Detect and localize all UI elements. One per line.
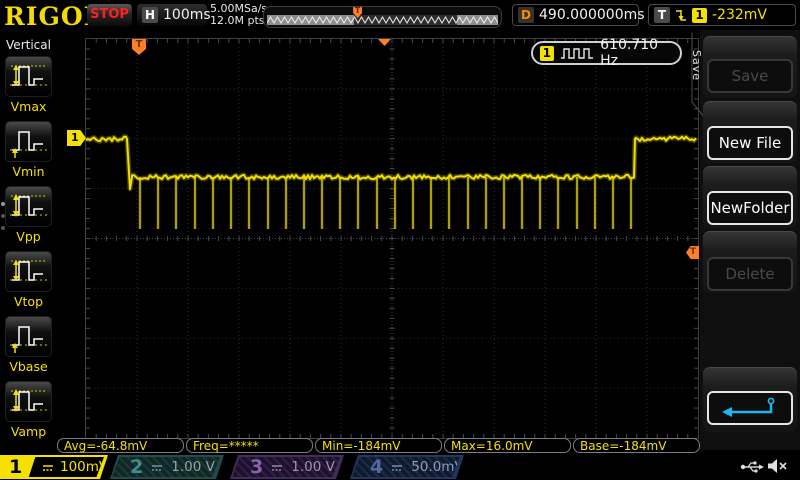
- ch1-ground-marker[interactable]: 1: [67, 130, 86, 146]
- menu-item-label: Vmin: [0, 164, 57, 179]
- channel-scale: 50.0mV: [411, 455, 463, 479]
- menu-item-vamp[interactable]: Vamp: [0, 381, 57, 439]
- speaker-muted-icon: [767, 458, 789, 474]
- vertical-measure-menu: Vertical Vmax Vmin: [0, 30, 57, 450]
- coupling-dc-icon: [391, 458, 403, 477]
- measurement-base: Base=-184mV: [573, 438, 700, 453]
- delay-box: D 490.000000ms: [512, 4, 639, 26]
- measurement-avg: Avg=-64.8mV: [57, 438, 184, 453]
- channel-4-status[interactable]: 4 50.0mV: [350, 455, 464, 479]
- delay-value: 490.000000ms: [539, 7, 645, 23]
- run-state-indicator: STOP: [87, 4, 132, 26]
- vbase-icon: [6, 317, 51, 356]
- ch1-waveform-trace: [86, 39, 698, 438]
- horizontal-label: H: [142, 7, 158, 23]
- menu-tab-label: Save: [690, 50, 703, 81]
- trigger-label: T: [654, 7, 670, 23]
- coupling-dc-icon: [271, 458, 283, 477]
- channel-scale: 1.00 V: [291, 455, 335, 479]
- trigger-info-box: T 1 -232mV: [648, 4, 796, 26]
- vamp-icon: [6, 382, 51, 421]
- menu-page-dot: [1, 214, 5, 218]
- measurement-min: Min=-184mV: [315, 438, 442, 453]
- back-button[interactable]: [707, 391, 793, 425]
- menu-item-label: Vbase: [0, 359, 57, 374]
- horizontal-timebase-box: H 100ms: [137, 4, 207, 26]
- delay-label: D: [518, 7, 534, 23]
- channel-number: 3: [232, 455, 263, 479]
- memory-depth: 12.0M pts: [210, 15, 267, 27]
- menu-item-vmin[interactable]: Vmin: [0, 121, 57, 179]
- trigger-level-value: -232mV: [712, 7, 767, 23]
- square-wave-icon: [560, 47, 595, 60]
- channel-number: 4: [352, 455, 383, 479]
- menu-item-label: Vtop: [0, 294, 57, 309]
- memory-waveform-preview: T: [263, 6, 502, 28]
- trigger-source-badge: 1: [692, 8, 707, 23]
- coupling-dc-icon: [151, 458, 163, 477]
- preview-zigzag: [267, 15, 498, 25]
- vmax-icon: [6, 57, 51, 96]
- return-arrow-icon: [715, 395, 785, 421]
- falling-edge-icon: [675, 8, 687, 23]
- acquisition-info: 5.00MSa/s 12.0M pts: [210, 3, 267, 27]
- coupling-dc-icon: [42, 458, 54, 477]
- menu-page-dot: [1, 202, 5, 206]
- menu-item-label: Vpp: [0, 229, 57, 244]
- channel-1-status[interactable]: 1 100mV: [0, 455, 108, 479]
- menu-item-label: Vmax: [0, 99, 57, 114]
- menu-item-vmax[interactable]: Vmax: [0, 56, 57, 114]
- menu-item-vpp[interactable]: Vpp: [0, 186, 57, 244]
- channel-number: 1: [0, 456, 22, 478]
- vpp-icon: [6, 187, 51, 226]
- channel-2-status[interactable]: 2 1.00 V: [110, 455, 224, 479]
- menu-item-label: Vamp: [0, 424, 57, 439]
- menu-item-vbase[interactable]: Vbase: [0, 316, 57, 374]
- waveform-display: [85, 38, 699, 439]
- freq-counter-channel-badge: 1: [540, 46, 554, 61]
- frequency-counter: 1 610.710 Hz: [531, 41, 682, 65]
- memory-strip: [267, 15, 498, 25]
- save-button[interactable]: Save: [707, 59, 793, 93]
- timebase-value: 100ms: [163, 7, 211, 23]
- freq-counter-value: 610.710 Hz: [600, 37, 673, 69]
- channel-number: 2: [112, 455, 143, 479]
- measurement-max: Max=16.0mV: [444, 438, 571, 453]
- vmin-icon: [6, 122, 51, 161]
- new-folder-button[interactable]: NewFolder: [707, 191, 793, 225]
- vtop-icon: [6, 252, 51, 291]
- channel-3-status[interactable]: 3 1.00 V: [230, 455, 344, 479]
- menu-page-dot: [1, 226, 5, 230]
- menu-title: Vertical: [0, 38, 57, 52]
- usb-icon: [740, 459, 764, 474]
- menu-item-vtop[interactable]: Vtop: [0, 251, 57, 309]
- channel-scale: 100mV: [60, 455, 108, 479]
- channel-scale: 1.00 V: [171, 455, 215, 479]
- oscilloscope-screen: RIGOL STOP H 100ms 5.00MSa/s 12.0M pts T…: [0, 0, 800, 480]
- new-file-button[interactable]: New File: [707, 126, 793, 160]
- measurement-freq: Freq=*****: [186, 438, 313, 453]
- delete-button[interactable]: Delete: [707, 257, 793, 291]
